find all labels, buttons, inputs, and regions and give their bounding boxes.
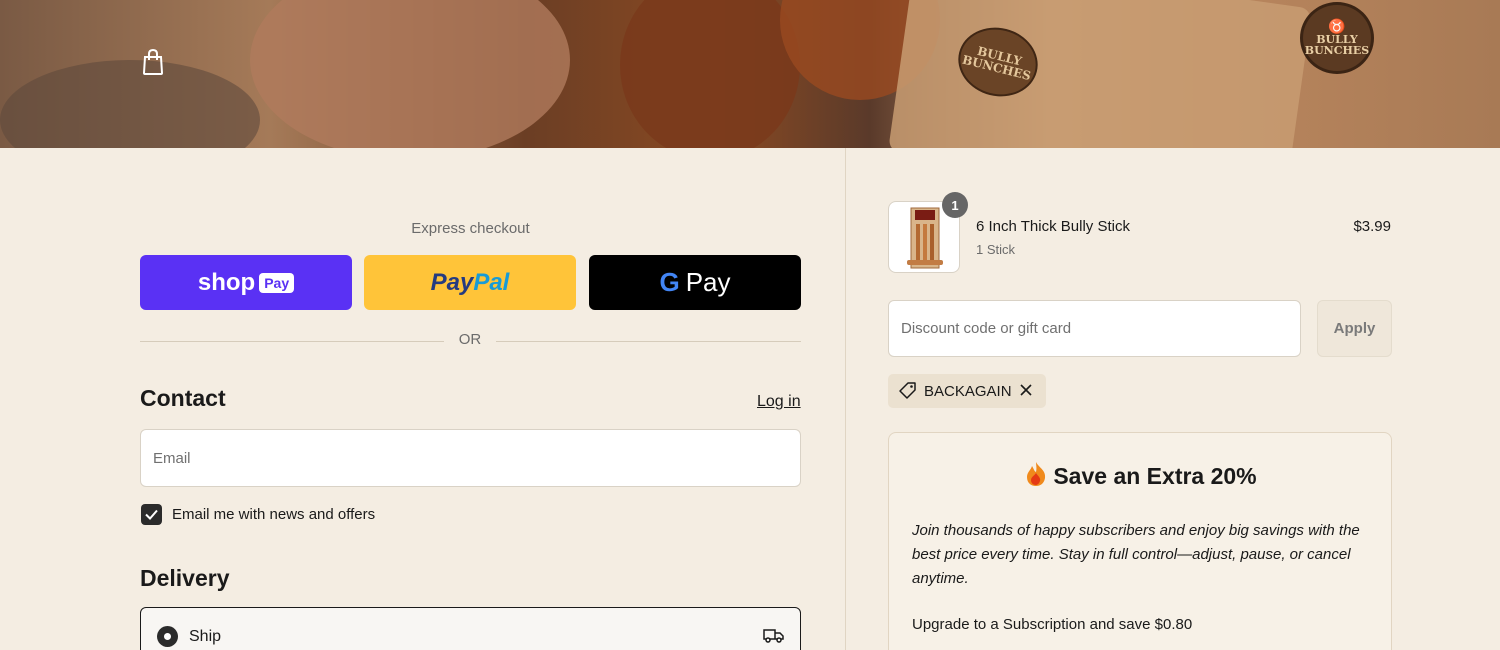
ship-radio[interactable] [157, 626, 178, 647]
newsletter-label: Email me with news and offers [172, 506, 376, 523]
promo-body: Join thousands of happy subscribers and … [912, 522, 1360, 587]
newsletter-checkbox[interactable] [141, 504, 162, 525]
or-divider: OR [140, 331, 801, 351]
express-checkout-label: Express checkout [411, 220, 530, 237]
shop-pay-button[interactable]: shop Pay [140, 255, 352, 310]
promo-cta: Upgrade to a Subscription and save $0.80 [912, 616, 1193, 633]
fire-icon [1025, 461, 1047, 493]
hero-banner: BULLY BUNCHES ♉ BULLY BUNCHES [0, 0, 1500, 148]
ship-label: Ship [189, 628, 222, 645]
email-field[interactable] [140, 429, 801, 487]
paypal-button[interactable]: Pay Pal [364, 255, 576, 310]
order-summary: 1 6 Inch Thick Bully Stick 1 Stick $3.99… [846, 148, 1500, 650]
subscription-promo: Save an Extra 20% Join thousands of happ… [888, 432, 1392, 650]
delivery-heading: Delivery [140, 565, 230, 591]
product-price: $3.99 [1353, 218, 1391, 235]
checkmark-icon [145, 509, 158, 520]
shopping-bag-icon[interactable] [140, 48, 166, 76]
brand-logo[interactable]: ♉ BULLY BUNCHES [1300, 2, 1374, 74]
truck-icon [763, 629, 784, 643]
tag-icon [899, 382, 916, 399]
promo-title: Save an Extra 20% [889, 461, 1393, 493]
google-pay-button[interactable]: G Pay [589, 255, 801, 310]
discount-code-text: BACKAGAIN [924, 382, 1012, 400]
log-in-link[interactable]: Log in [757, 393, 801, 411]
apply-button[interactable]: Apply [1317, 300, 1392, 357]
product-name: 6 Inch Thick Bully Stick [976, 218, 1130, 235]
discount-code-input[interactable] [888, 300, 1301, 357]
applied-discount-tag: BACKAGAIN [888, 374, 1046, 408]
quantity-badge: 1 [942, 192, 968, 218]
checkout-form: Express checkout shop Pay Pay Pal G Pay OR… [0, 148, 845, 650]
remove-discount-icon[interactable] [1018, 382, 1034, 398]
google-g-icon: G [659, 267, 680, 297]
contact-heading: Contact [140, 385, 226, 411]
bull-icon: ♉ [1328, 19, 1346, 35]
ship-option[interactable]: Ship [140, 607, 801, 650]
product-variant: 1 Stick [976, 242, 1016, 257]
